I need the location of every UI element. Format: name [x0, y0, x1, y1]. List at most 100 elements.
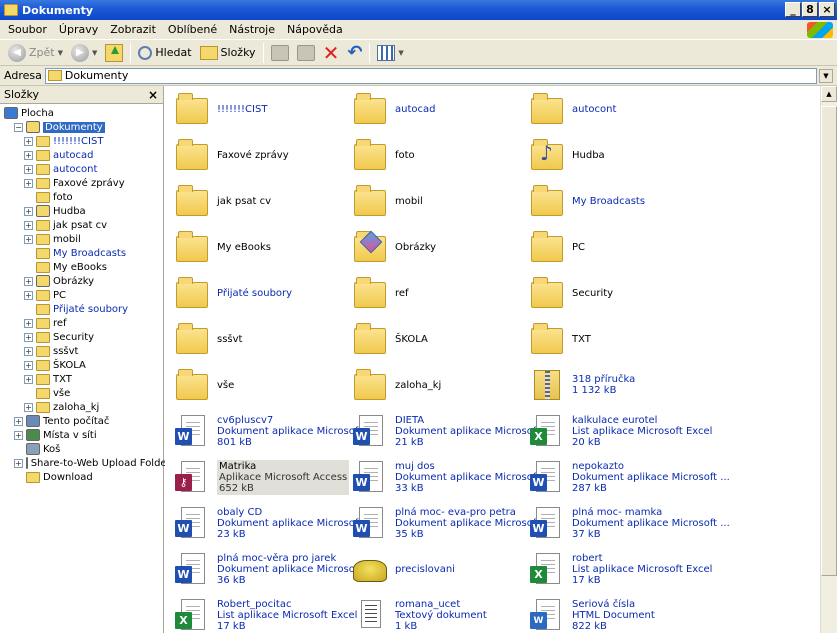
file-item[interactable]: Wplná moc- mamka Dokument aplikace Micros… — [530, 502, 730, 544]
delete-button[interactable]: ✕ — [319, 42, 344, 64]
expand-icon[interactable]: + — [24, 332, 33, 342]
file-item[interactable]: Xrobert List aplikace Microsoft Excel 17 k… — [530, 548, 712, 590]
file-item[interactable]: TXT — [530, 318, 705, 360]
scroll-up-arrow-icon[interactable]: ▲ — [821, 86, 837, 102]
tree-item[interactable]: + zaloha_kj — [0, 400, 163, 414]
file-item[interactable]: romana_ucet Textový dokument 1 kB — [353, 594, 528, 633]
folders-button[interactable]: Složky — [196, 42, 260, 64]
file-item[interactable]: mobil — [353, 180, 528, 222]
expand-icon[interactable]: + — [24, 402, 33, 412]
file-item[interactable]: 318 příručka 1 132 kB — [530, 364, 705, 406]
expand-icon[interactable]: + — [14, 458, 23, 468]
tree-item[interactable]: vše — [0, 386, 163, 400]
tree-item[interactable]: + autocont — [0, 162, 163, 176]
menu-napoveda[interactable]: Nápověda — [281, 23, 349, 36]
tree-item[interactable]: Plocha — [0, 106, 163, 120]
file-item[interactable]: !!!!!!!CIST — [175, 88, 350, 130]
tree-item[interactable]: Download — [0, 470, 163, 484]
close-icon[interactable]: × — [148, 88, 158, 102]
file-item[interactable]: zaloha_kj — [353, 364, 528, 406]
copy-to-button[interactable] — [293, 42, 319, 64]
tree-item[interactable]: + Hudba — [0, 204, 163, 218]
expand-icon[interactable]: + — [24, 150, 33, 160]
minimize-button[interactable]: _ — [785, 2, 801, 17]
file-item[interactable]: ref — [353, 272, 528, 314]
file-item[interactable]: X Robert_pocitac List aplikace Microsoft E… — [175, 594, 357, 633]
restore-button[interactable]: 8 — [802, 2, 818, 17]
file-item[interactable]: ssšvt — [175, 318, 350, 360]
tree-item[interactable]: My Broadcasts — [0, 246, 163, 260]
file-item[interactable]: W DIETA Dokument aplikace Microsoft ... 21 … — [353, 410, 553, 452]
up-button[interactable] — [101, 42, 127, 64]
undo-button[interactable]: ↶ — [343, 42, 366, 64]
menu-upravy[interactable]: Úpravy — [53, 23, 104, 36]
file-item[interactable]: Wnepokazto Dokument aplikace Microsoft ..… — [530, 456, 730, 498]
file-item[interactable]: foto — [353, 134, 528, 176]
tree-item[interactable]: − Dokumenty — [0, 120, 163, 134]
tree-item[interactable]: Přijaté soubory — [0, 302, 163, 316]
menu-zobrazit[interactable]: Zobrazit — [104, 23, 162, 36]
tree-item[interactable]: + !!!!!!!CIST — [0, 134, 163, 148]
search-button[interactable]: Hledat — [134, 42, 195, 64]
back-button[interactable]: ◀ Zpět ▼ — [4, 42, 67, 64]
file-item[interactable]: Faxové zprávy — [175, 134, 350, 176]
expand-icon[interactable]: + — [24, 206, 33, 216]
close-button[interactable]: × — [819, 2, 835, 17]
menu-soubor[interactable]: Soubor — [0, 23, 53, 36]
tree-item[interactable]: My eBooks — [0, 260, 163, 274]
address-input[interactable]: Dokumenty — [44, 67, 817, 84]
file-item[interactable]: Xkalkulace eurotel List aplikace Microsof… — [530, 410, 712, 452]
file-item[interactable]: Wplná moc- eva-pro petra Dokument aplikac… — [353, 502, 553, 544]
file-item[interactable]: Wobaly CD Dokument aplikace Microsoft ...… — [175, 502, 375, 544]
tree-item[interactable]: + jak psat cv — [0, 218, 163, 232]
tree-item[interactable]: + ref — [0, 316, 163, 330]
expand-icon[interactable]: + — [14, 430, 23, 440]
expand-icon[interactable]: + — [24, 220, 33, 230]
expand-icon[interactable]: + — [14, 416, 23, 426]
expand-icon[interactable]: + — [24, 276, 33, 286]
file-item[interactable]: Security — [530, 272, 705, 314]
forward-button[interactable]: ▶ ▼ — [67, 42, 101, 64]
tree-item[interactable]: + TXT — [0, 372, 163, 386]
tree-item[interactable]: Koš — [0, 442, 163, 456]
tree-item[interactable]: + Security — [0, 330, 163, 344]
views-button[interactable]: ▼ — [373, 42, 407, 64]
file-item[interactable]: Wmuj dos Dokument aplikace Microsoft ... 3… — [353, 456, 553, 498]
file-item[interactable]: ŠKOLA — [353, 318, 528, 360]
file-item[interactable]: autocad — [353, 88, 528, 130]
tree-item[interactable]: + Tento počítač — [0, 414, 163, 428]
tree-item[interactable]: + Share-to-Web Upload Folder — [0, 456, 171, 470]
tree-item[interactable]: + Místa v síti — [0, 428, 163, 442]
tree-item[interactable]: + Faxové zprávy — [0, 176, 163, 190]
file-item[interactable]: jak psat cv — [175, 180, 350, 222]
vertical-scrollbar[interactable]: ▲ — [820, 86, 837, 633]
file-item[interactable]: Obrázky — [353, 226, 528, 268]
file-item[interactable]: My Broadcasts — [530, 180, 705, 222]
tree-item[interactable]: foto — [0, 190, 163, 204]
menu-nastroje[interactable]: Nástroje — [223, 23, 281, 36]
file-item[interactable]: My eBooks — [175, 226, 350, 268]
collapse-icon[interactable]: − — [14, 122, 23, 132]
expand-icon[interactable]: + — [24, 234, 33, 244]
address-dropdown-button[interactable]: ▼ — [819, 68, 833, 83]
file-item[interactable]: Wplná moc-věra pro jarek Dokument aplikac… — [175, 548, 375, 590]
tree-item[interactable]: + mobil — [0, 232, 163, 246]
file-item[interactable]: W Seriová čísla HTML Document 822 kB — [530, 594, 705, 633]
expand-icon[interactable]: + — [24, 136, 33, 146]
tree-item[interactable]: + ssšvt — [0, 344, 163, 358]
move-to-button[interactable] — [267, 42, 293, 64]
expand-icon[interactable]: + — [24, 178, 33, 188]
expand-icon[interactable]: + — [24, 346, 33, 356]
file-item[interactable]: autocont — [530, 88, 705, 130]
file-item[interactable]: ⚷ Matrika Aplikace Microsoft Access 652 kB — [175, 456, 350, 498]
file-item[interactable]: Přijaté soubory — [175, 272, 350, 314]
file-item[interactable]: precislovani — [353, 548, 528, 590]
expand-icon[interactable]: + — [24, 374, 33, 384]
file-item[interactable]: Hudba — [530, 134, 705, 176]
tree-item[interactable]: + PC — [0, 288, 163, 302]
tree-item[interactable]: + autocad — [0, 148, 163, 162]
scroll-thumb[interactable] — [821, 106, 837, 576]
expand-icon[interactable]: + — [24, 360, 33, 370]
expand-icon[interactable]: + — [24, 318, 33, 328]
expand-icon[interactable]: + — [24, 290, 33, 300]
